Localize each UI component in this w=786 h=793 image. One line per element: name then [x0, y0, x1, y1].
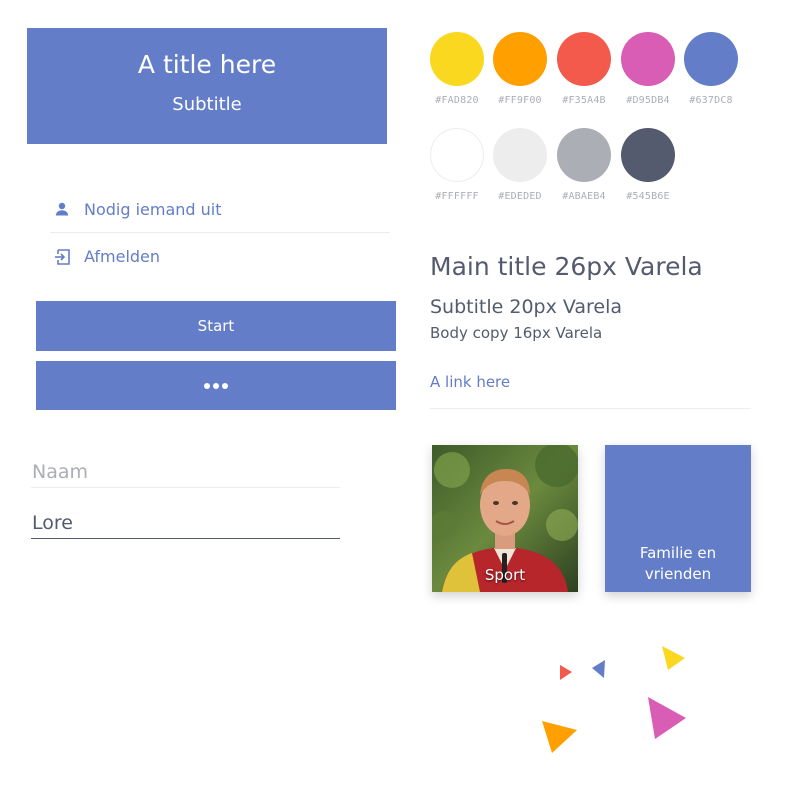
swatch-red: #F35A4B — [557, 32, 611, 106]
swatch-orange: #FF9F00 — [493, 32, 547, 106]
naam-field-wrapper — [31, 461, 341, 488]
tile-label: Familie en vrienden — [605, 543, 751, 585]
menu-item-label: Nodig iemand uit — [84, 199, 222, 219]
divider — [430, 408, 751, 409]
swatch-hex: #FF9F00 — [498, 95, 542, 106]
decorative-triangles — [542, 646, 686, 753]
swatch-gray: #ABAEB4 — [557, 128, 611, 202]
swatch-pink: #D95DB4 — [621, 32, 675, 106]
swatch-circle — [493, 32, 547, 86]
swatch-hex: #637DC8 — [689, 95, 733, 106]
swatch-hex: #ABAEB4 — [562, 191, 606, 202]
tile-label-line: vrienden — [644, 565, 712, 583]
swatch-yellow: #FAD820 — [430, 32, 484, 106]
action-menu: Nodig iemand uit Afmelden — [50, 186, 390, 280]
tile-label: Sport — [484, 566, 526, 584]
swatch-hex: #FFFFFF — [435, 191, 479, 202]
swatch-hex: #EDEDED — [498, 191, 542, 202]
tile-sport[interactable]: Sport — [432, 445, 578, 592]
more-dots-icon — [204, 382, 228, 389]
start-button[interactable]: Start — [36, 301, 396, 351]
menu-item-label: Afmelden — [84, 247, 161, 266]
swatch-blue: #637DC8 — [684, 32, 738, 106]
swatch-circle — [557, 32, 611, 86]
header-subtitle: Subtitle — [172, 94, 242, 115]
triangle-orange — [542, 721, 577, 753]
swatch-light-gray: #EDEDED — [493, 128, 547, 202]
logout-icon — [54, 247, 80, 267]
subtitle-sample: Subtitle 20px Varela — [430, 296, 623, 318]
triangle-pink — [648, 697, 686, 739]
swatch-circle — [621, 32, 675, 86]
header-title: A title here — [137, 50, 277, 79]
sample-link[interactable]: A link here — [430, 373, 510, 391]
swatch-circle — [621, 128, 675, 182]
swatch-hex: #D95DB4 — [626, 95, 670, 106]
swatch-circle — [430, 32, 484, 86]
naam-input[interactable] — [31, 461, 341, 487]
body-copy-sample: Body copy 16px Varela — [430, 324, 603, 342]
swatch-circle — [557, 128, 611, 182]
swatch-dark: #545B6E — [621, 128, 675, 202]
lore-field-wrapper — [31, 512, 341, 539]
triangle-yellow — [662, 646, 685, 670]
swatch-hex: #545B6E — [626, 191, 670, 202]
main-title-sample: Main title 26px Varela — [430, 252, 703, 281]
header-card: A title here Subtitle — [27, 28, 387, 144]
menu-item-invite[interactable]: Nodig iemand uit — [50, 186, 390, 233]
person-icon — [54, 199, 80, 219]
triangle-blue — [592, 660, 605, 678]
swatch-circle — [493, 128, 547, 182]
tile-family[interactable]: Familie en vrienden — [605, 445, 751, 592]
swatch-white: #FFFFFF — [430, 128, 484, 202]
text-input[interactable] — [31, 512, 341, 538]
triangle-red — [560, 665, 572, 680]
swatch-circle — [684, 32, 738, 86]
swatch-hex: #FAD820 — [435, 95, 479, 106]
more-button[interactable] — [36, 361, 396, 410]
swatch-hex: #F35A4B — [562, 95, 606, 106]
swatch-circle — [430, 128, 484, 182]
tile-label-line: Familie en — [639, 544, 717, 562]
menu-item-logout[interactable]: Afmelden — [50, 233, 390, 280]
